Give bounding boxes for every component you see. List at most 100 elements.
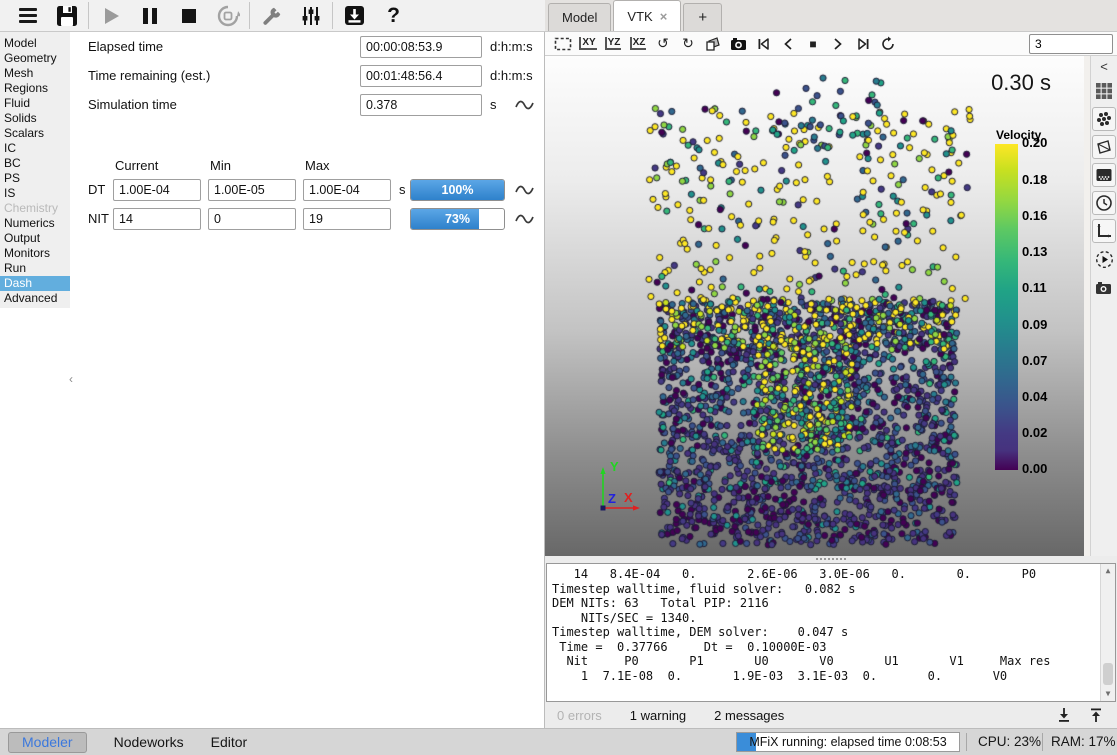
- dt-current-field[interactable]: [113, 179, 201, 201]
- console-splitter[interactable]: [545, 556, 1117, 563]
- tab-model[interactable]: Model: [548, 3, 611, 31]
- sidebar-item-run[interactable]: Run: [0, 261, 70, 276]
- record-button[interactable]: [1092, 275, 1116, 299]
- fit-view-button[interactable]: [551, 33, 575, 54]
- sidebar-item-output[interactable]: Output: [0, 231, 70, 246]
- colorbar-tick: 0.07: [1022, 354, 1047, 368]
- plot-toggle-nit[interactable]: [514, 208, 534, 230]
- stop-icon: [179, 6, 199, 26]
- elapsed-time-field[interactable]: [360, 36, 482, 58]
- play-animation-button[interactable]: [1092, 247, 1116, 271]
- splitter-handle: [816, 558, 846, 560]
- refresh-button[interactable]: [876, 33, 900, 54]
- nit-min-field[interactable]: [208, 208, 296, 230]
- arrow-to-bottom-icon: [1056, 707, 1072, 723]
- previous-frame-button[interactable]: [776, 33, 800, 54]
- plot-toggle-dt[interactable]: [514, 179, 534, 201]
- mode-editor-button[interactable]: Editor: [211, 734, 248, 750]
- camera-icon: [730, 37, 747, 51]
- time-remaining-label: Time remaining (est.): [88, 65, 210, 87]
- tab-vtk[interactable]: VTK×: [613, 0, 681, 31]
- vtk-toolbar: XY YZ XZ ↺ ↻ ■: [545, 32, 1117, 56]
- grid-toggle-button[interactable]: [1092, 79, 1116, 103]
- sidebar-item-regions[interactable]: Regions: [0, 81, 70, 96]
- view-yz-button[interactable]: YZ: [601, 33, 625, 54]
- vtk-render-view[interactable]: 0.30 s Velocity 0.20 0.18 0.16 0.13 0.11…: [545, 56, 1084, 556]
- dt-min-field[interactable]: [208, 179, 296, 201]
- console-output[interactable]: 14 8.4E-04 0. 2.6E-06 3.0E-06 0. 0. P0 T…: [546, 563, 1116, 702]
- sidebar-item-monitors[interactable]: Monitors: [0, 246, 70, 261]
- sidebar-item-mesh[interactable]: Mesh: [0, 66, 70, 81]
- console-scrollbar[interactable]: ▲ ▼: [1100, 564, 1115, 701]
- pause-button[interactable]: [130, 1, 169, 31]
- top-toolbar: ? Model VTK× +: [0, 0, 1117, 32]
- splitter-collapse-icon[interactable]: ‹: [69, 372, 73, 386]
- time-display-toggle-button[interactable]: [1092, 191, 1116, 215]
- export-button[interactable]: [335, 1, 374, 31]
- nit-current-field[interactable]: [113, 208, 201, 230]
- menu-button[interactable]: [8, 1, 47, 31]
- mode-modeler-button[interactable]: Modeler: [8, 732, 87, 753]
- play-button[interactable]: [91, 1, 130, 31]
- view-xz-button[interactable]: XZ: [626, 33, 650, 54]
- sidebar-item-advanced[interactable]: Advanced: [0, 291, 70, 306]
- time-remaining-field[interactable]: [360, 65, 482, 87]
- view-xy-button[interactable]: XY: [576, 33, 600, 54]
- sidebar-item-geometry[interactable]: Geometry: [0, 51, 70, 66]
- scrollbar-thumb[interactable]: [1103, 663, 1113, 685]
- stop-playback-button[interactable]: ■: [801, 33, 825, 54]
- simulation-time-field[interactable]: [360, 94, 482, 116]
- scroll-to-top-button[interactable]: [1088, 707, 1104, 726]
- scroll-up-button[interactable]: ▲: [1101, 564, 1115, 578]
- errors-count[interactable]: 0 errors: [557, 708, 602, 723]
- sidebar-item-dash[interactable]: Dash: [0, 276, 70, 291]
- colorbar-tick: 0.09: [1022, 318, 1047, 332]
- sidebar: Model Geometry Mesh Regions Fluid Solids…: [0, 32, 70, 728]
- statusbar-separator: [966, 733, 967, 751]
- sidebar-item-ps[interactable]: PS: [0, 171, 70, 186]
- next-frame-button[interactable]: [826, 33, 850, 54]
- add-tab-button[interactable]: +: [683, 3, 722, 31]
- close-icon[interactable]: ×: [660, 9, 668, 24]
- sidebar-item-model[interactable]: Model: [0, 36, 70, 51]
- dash-panel: Elapsed time d:h:m:s Time remaining (est…: [76, 32, 545, 728]
- colorbar-tick: 0.00: [1022, 462, 1047, 476]
- sidebar-item-ic[interactable]: IC: [0, 141, 70, 156]
- perspective-box-icon: [705, 36, 721, 52]
- build-button[interactable]: [252, 1, 291, 31]
- frame-number-input[interactable]: [1029, 34, 1113, 54]
- warnings-count[interactable]: 1 warning: [630, 708, 686, 723]
- main-area: Model Geometry Mesh Regions Fluid Solids…: [0, 32, 1117, 728]
- axes-toggle-button[interactable]: [1092, 219, 1116, 243]
- vtk-pane: XY YZ XZ ↺ ↻ ■: [545, 32, 1117, 728]
- mode-nodeworks-button[interactable]: Nodeworks: [114, 734, 184, 750]
- console-line: 1 7.1E-08 0. 1.9E-03 3.1E-03 0. 0. V0: [552, 669, 1110, 684]
- messages-count[interactable]: 2 messages: [714, 708, 784, 723]
- rotate-right-button[interactable]: ↻: [676, 33, 700, 54]
- nit-max-field[interactable]: [303, 208, 391, 230]
- rotate-left-button[interactable]: ↺: [651, 33, 675, 54]
- sidebar-item-numerics[interactable]: Numerics: [0, 216, 70, 231]
- image-plane-toggle-button[interactable]: [1092, 163, 1116, 187]
- help-button[interactable]: ?: [374, 1, 413, 31]
- first-frame-button[interactable]: [751, 33, 775, 54]
- particles-toggle-button[interactable]: [1092, 107, 1116, 131]
- save-button[interactable]: [47, 1, 86, 31]
- sidebar-item-fluid[interactable]: Fluid: [0, 96, 70, 111]
- dt-max-field[interactable]: [303, 179, 391, 201]
- scroll-to-bottom-button[interactable]: [1056, 707, 1072, 726]
- scroll-down-button[interactable]: ▼: [1101, 687, 1115, 701]
- geometry-toggle-button[interactable]: [1092, 135, 1116, 159]
- sidebar-item-is[interactable]: IS: [0, 186, 70, 201]
- collapse-panel-button[interactable]: <: [1100, 59, 1108, 75]
- sidebar-item-solids[interactable]: Solids: [0, 111, 70, 126]
- perspective-button[interactable]: [701, 33, 725, 54]
- sidebar-item-scalars[interactable]: Scalars: [0, 126, 70, 141]
- stop-button[interactable]: [169, 1, 208, 31]
- sidebar-item-bc[interactable]: BC: [0, 156, 70, 171]
- last-frame-button[interactable]: [851, 33, 875, 54]
- plot-toggle-simulation-time[interactable]: [514, 94, 534, 116]
- reset-button[interactable]: [208, 1, 247, 31]
- settings-button[interactable]: [291, 1, 330, 31]
- screenshot-button[interactable]: [726, 33, 750, 54]
